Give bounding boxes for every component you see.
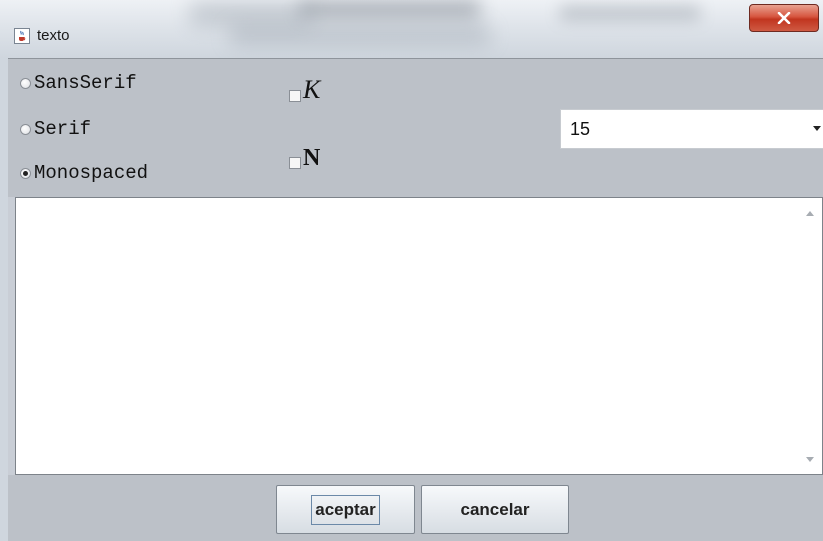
button-bar: aceptar cancelar xyxy=(8,475,823,541)
accept-button-label: aceptar xyxy=(311,494,380,525)
radio-monospaced[interactable]: Monospaced xyxy=(20,162,148,184)
dropdown-arrow-icon[interactable] xyxy=(813,126,821,131)
bold-checkbox[interactable]: N xyxy=(289,145,320,172)
radio-serif[interactable]: Serif xyxy=(20,118,91,140)
background-blur xyxy=(560,6,700,20)
cancel-button-label: cancelar xyxy=(460,499,530,519)
background-blur xyxy=(190,2,310,26)
vertical-scrollbar[interactable] xyxy=(798,198,822,474)
scroll-up-arrow-icon[interactable] xyxy=(806,211,814,216)
radio-sansserif[interactable]: SansSerif xyxy=(20,72,137,94)
checkbox-box[interactable] xyxy=(289,90,301,102)
accept-button[interactable]: aceptar xyxy=(276,485,415,534)
italic-label: K xyxy=(303,75,321,104)
close-x-icon xyxy=(777,12,791,24)
text-input-area[interactable] xyxy=(16,198,798,474)
radio-indicator[interactable] xyxy=(20,167,31,179)
radio-indicator[interactable] xyxy=(20,123,31,135)
scroll-down-arrow-icon[interactable] xyxy=(806,457,814,462)
window-frame xyxy=(0,58,8,541)
radio-label: Monospaced xyxy=(34,162,149,184)
title-bar: texto xyxy=(0,0,823,58)
close-button[interactable] xyxy=(749,4,819,32)
cancel-button[interactable]: cancelar xyxy=(421,485,569,534)
text-area-scrollpane xyxy=(15,197,823,475)
window-title: texto xyxy=(37,27,70,44)
font-size-dropdown[interactable]: 15 xyxy=(560,109,823,149)
background-blur xyxy=(230,26,490,44)
italic-checkbox[interactable]: K xyxy=(289,75,320,105)
radio-label: SansSerif xyxy=(34,72,137,94)
bold-label: N xyxy=(303,145,321,171)
radio-label: Serif xyxy=(34,118,92,140)
java-cup-icon xyxy=(14,28,30,44)
radio-indicator[interactable] xyxy=(20,77,31,89)
font-size-value: 15 xyxy=(570,119,591,139)
checkbox-box[interactable] xyxy=(289,157,301,169)
font-options-panel: SansSerif Serif Monospaced K N 15 xyxy=(8,58,823,197)
background-blur xyxy=(300,0,480,18)
